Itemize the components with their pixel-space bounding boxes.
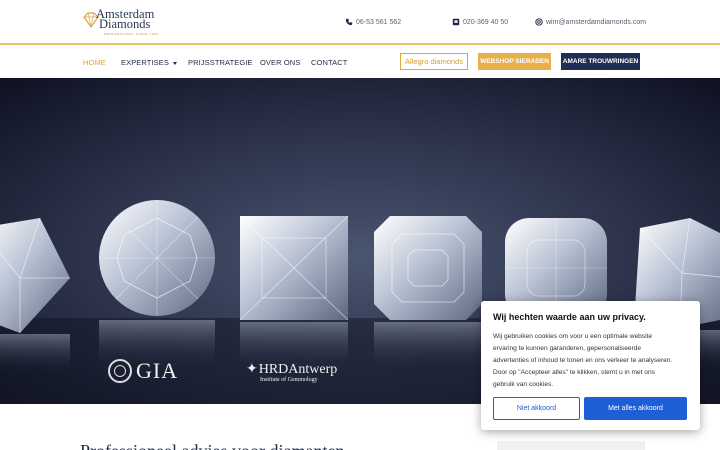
nav-prijsstrategie[interactable]: PRIJSSTRATEGIE	[188, 58, 253, 67]
gia-label: GIA	[136, 358, 179, 383]
logo-subtitle: PROFESSIONAL SINCE 1984	[104, 32, 159, 36]
section-heading: Professioneel advies voor diamanten	[80, 441, 360, 450]
sidebar-box	[497, 441, 645, 450]
webshop-button[interactable]: WEBSHOP SIERADEN	[478, 53, 551, 70]
chevron-down-icon	[172, 61, 177, 65]
nav-contact[interactable]: CONTACT	[311, 58, 347, 67]
fax-icon	[452, 18, 460, 26]
logo-line-2: Diamonds	[99, 17, 151, 31]
hrd-antwerp-logo: ✦ HRDAntwerp Institute of Gemmology	[246, 361, 338, 384]
nav-expertises[interactable]: EXPERTISES	[121, 58, 177, 67]
amare-trouwringen-button[interactable]: AMARE TROUWRINGEN	[561, 53, 640, 70]
sparkle-icon: ✦	[246, 362, 258, 377]
accept-all-cookies-button[interactable]: Met alles akkoord	[584, 397, 687, 420]
email-address: wim@amsterdamdiamonds.com	[546, 18, 647, 26]
cookie-consent-dialog: Wij hechten waarde aan uw privacy. Wij g…	[481, 301, 700, 430]
fax-number: 020-369 40 50	[463, 18, 509, 26]
cookie-line: Wij gebruiken cookies om voor u een opti…	[493, 333, 653, 340]
cookie-line: gebruik van cookies.	[493, 381, 554, 388]
contact-email[interactable]: wim@amsterdamdiamonds.com	[535, 18, 646, 26]
cookie-line: advertenties of inhoud te tonen en ons v…	[493, 357, 673, 364]
cookie-message: Wij gebruiken cookies om voor u een opti…	[493, 331, 693, 391]
allegro-diamonds-button[interactable]: Allegro diamonds	[400, 53, 468, 70]
reject-cookies-button[interactable]: Niet akkoord	[493, 397, 580, 420]
main-navigation: HOME EXPERTISES PRIJSSTRATEGIE OVER ONS …	[0, 47, 720, 78]
hrd-label: HRDAntwerp	[258, 361, 338, 377]
contact-phone[interactable]: 06-53 561 562	[345, 18, 401, 26]
nav-home[interactable]: HOME	[83, 58, 106, 67]
cookie-line: Door op "Accepteer alles" te klikken, st…	[493, 369, 655, 376]
hrd-subtitle: Institute of Gemmology	[260, 377, 318, 383]
gia-seal-icon	[108, 359, 132, 383]
phone-icon	[345, 18, 353, 26]
cookie-title: Wij hechten waarde aan uw privacy.	[493, 312, 646, 322]
logo-text: Amsterdam Diamonds	[96, 8, 154, 31]
nav-expertises-label: EXPERTISES	[121, 58, 169, 67]
at-sign-icon	[535, 18, 543, 26]
nav-over-ons[interactable]: OVER ONS	[260, 58, 300, 67]
cookie-line: ervaring te kunnen garanderen, gepersona…	[493, 345, 642, 352]
top-bar: Amsterdam Diamonds PROFESSIONAL SINCE 19…	[0, 0, 720, 45]
phone-number: 06-53 561 562	[356, 18, 402, 26]
gia-logo: GIA	[108, 358, 178, 384]
contact-fax[interactable]: 020-369 40 50	[452, 18, 508, 26]
logo[interactable]: Amsterdam Diamonds PROFESSIONAL SINCE 19…	[82, 8, 162, 37]
